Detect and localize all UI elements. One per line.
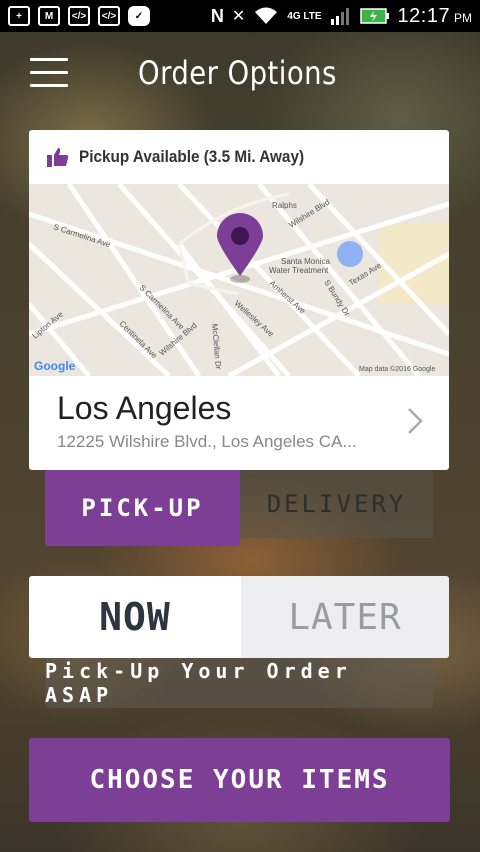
code-icon: </>: [98, 6, 120, 26]
mute-icon: ✕: [231, 8, 246, 25]
battery-icon: [359, 8, 389, 24]
location-map[interactable]: Ralphs Wilshire Blvd S Carmelina Ave San…: [29, 184, 449, 376]
store-address: 12225 Wilshire Blvd., Los Angeles CA...: [57, 432, 357, 451]
network-type: 4G LTE: [287, 10, 322, 22]
chevron-right-icon: [408, 408, 423, 434]
timing-description: Pick-Up Your Order ASAP: [45, 658, 433, 708]
now-tab[interactable]: NOW: [29, 576, 241, 658]
add-icon: +: [8, 6, 30, 26]
current-location-dot: [337, 241, 363, 267]
wifi-icon: [255, 7, 278, 24]
clock-ampm: PM: [454, 10, 472, 25]
store-city: Los Angeles: [57, 390, 232, 426]
map-label-ralphs: Ralphs: [272, 201, 297, 210]
code-icon: </>: [68, 6, 90, 26]
nfc-icon: N: [210, 5, 224, 26]
availability-label: Pickup Available (3.5 Mi. Away): [79, 147, 305, 166]
clock-time: 12:17: [397, 4, 451, 27]
later-tab[interactable]: LATER: [241, 576, 449, 658]
location-card[interactable]: Pickup Available (3.5 Mi. Away) Ralphs W…: [29, 130, 449, 470]
fulfillment-toggle: PICK-UP DELIVERY: [45, 470, 433, 546]
thumbs-up-icon: [47, 148, 69, 167]
signal-icon: [330, 8, 349, 25]
choose-items-button[interactable]: CHOOSE YOUR ITEMS: [29, 738, 450, 822]
map-label-santa-monica-2: Water Treatment: [269, 266, 329, 275]
timing-toggle: NOW LATER: [29, 576, 449, 658]
google-logo: Google: [34, 359, 76, 373]
check-icon: ✓: [128, 6, 150, 26]
app-header: Order Options: [0, 32, 480, 122]
status-bar: + M </> </> ✓ N ✕ 4G LTE 12:17 PM: [0, 0, 480, 32]
delivery-tab[interactable]: DELIVERY: [240, 470, 433, 538]
availability-row: Pickup Available (3.5 Mi. Away): [29, 130, 449, 184]
map-label-santa-monica-1: Santa Monica: [281, 257, 330, 266]
page-title: Order Options: [138, 54, 337, 92]
store-location-row[interactable]: Los Angeles 12225 Wilshire Blvd., Los An…: [29, 376, 449, 470]
pickup-tab[interactable]: PICK-UP: [45, 470, 240, 546]
map-data-attribution: Map data ©2016 Google: [359, 365, 435, 373]
gmail-icon: M: [38, 6, 60, 26]
hamburger-menu-icon[interactable]: [30, 58, 68, 88]
